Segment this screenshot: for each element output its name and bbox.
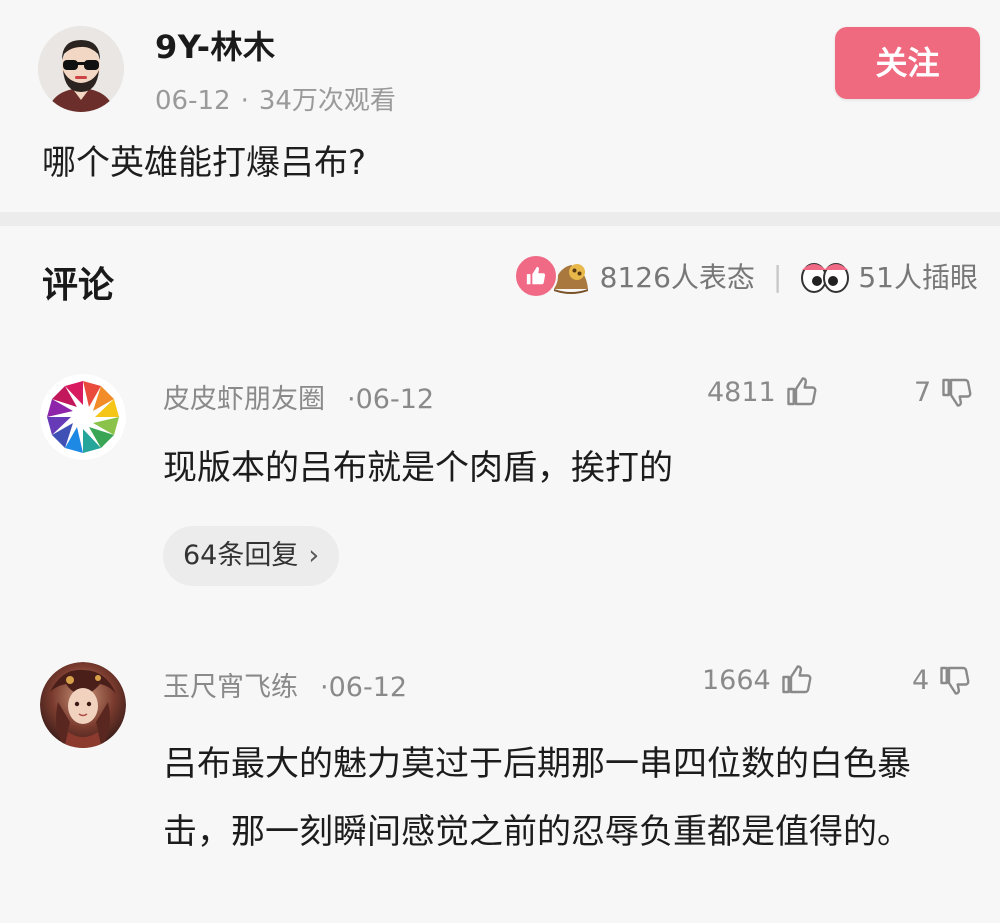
author-avatar[interactable] [38, 26, 124, 112]
chevron-right-icon: › [308, 540, 320, 571]
thumbs-down-icon [942, 378, 972, 407]
avatar-illustration-icon [38, 26, 124, 112]
like-button[interactable]: 4811 [707, 374, 820, 410]
reactions-summary[interactable]: 8126人表态 | 51人插眼 [513, 254, 978, 298]
commenter-name-row: 皮皮虾朋友圈 ·06-12 [163, 377, 434, 416]
comments-title: 评论 [42, 265, 115, 306]
comment-date: ·06-12 [320, 672, 408, 703]
reactions-count: 8126人表态 [599, 261, 755, 294]
anime-character-avatar-icon [40, 662, 126, 748]
follow-button[interactable]: 关注 [835, 27, 980, 99]
thumbs-up-icon [787, 377, 817, 406]
eyes-count: 51人插眼 [858, 261, 978, 294]
aperture-logo-icon [40, 374, 126, 460]
replies-label: 64条回复 [183, 540, 299, 571]
comment-text: 现版本的吕布就是个肉盾，挨打的 [163, 448, 673, 488]
commenter-avatar[interactable] [40, 662, 126, 748]
thumbs-down-icon [940, 666, 970, 695]
author-name[interactable]: 9Y-林木 [155, 22, 276, 68]
post-title: 哪个英雄能打爆吕布? [42, 143, 367, 183]
dislike-count: 4 [912, 664, 930, 696]
post-date: 06-12 [155, 86, 231, 116]
post-meta: 06-12 · 34万次观看 [155, 80, 396, 117]
like-button[interactable]: 1664 [702, 662, 815, 698]
eyes-icon [800, 256, 850, 296]
comment-date: ·06-12 [347, 384, 435, 415]
reactions-separator: | [772, 259, 783, 293]
thumbs-up-icon [782, 665, 812, 694]
commenter-avatar[interactable] [40, 374, 126, 460]
commenter-name-row: 玉尺宵飞练 ·06-12 [163, 665, 407, 704]
thumbs-up-reaction-icon [513, 254, 558, 298]
comments-header: 评论 8126人表态 | 51人插眼 [0, 226, 1000, 326]
replies-button[interactable]: 64条回复 › [163, 526, 340, 586]
meta-dot: · [240, 86, 249, 116]
post-views: 34万次观看 [258, 86, 396, 116]
dislike-button[interactable]: 4 [912, 662, 973, 698]
commenter-name[interactable]: 玉尺宵飞练 [163, 672, 298, 703]
section-divider [0, 212, 1000, 226]
post-header: 9Y-林木 06-12 · 34万次观看 关注 哪个英雄能打爆吕布? [0, 0, 1000, 212]
dislike-count: 7 [914, 376, 932, 408]
like-count: 4811 [707, 376, 776, 408]
like-count: 1664 [702, 664, 771, 696]
dislike-button[interactable]: 7 [914, 374, 975, 410]
commenter-name[interactable]: 皮皮虾朋友圈 [163, 384, 325, 415]
comment-text: 吕布最大的魅力莫过于后期那一串四位数的白色暴击，那一刻瞬间感觉之前的忍辱负重都是… [163, 744, 911, 852]
